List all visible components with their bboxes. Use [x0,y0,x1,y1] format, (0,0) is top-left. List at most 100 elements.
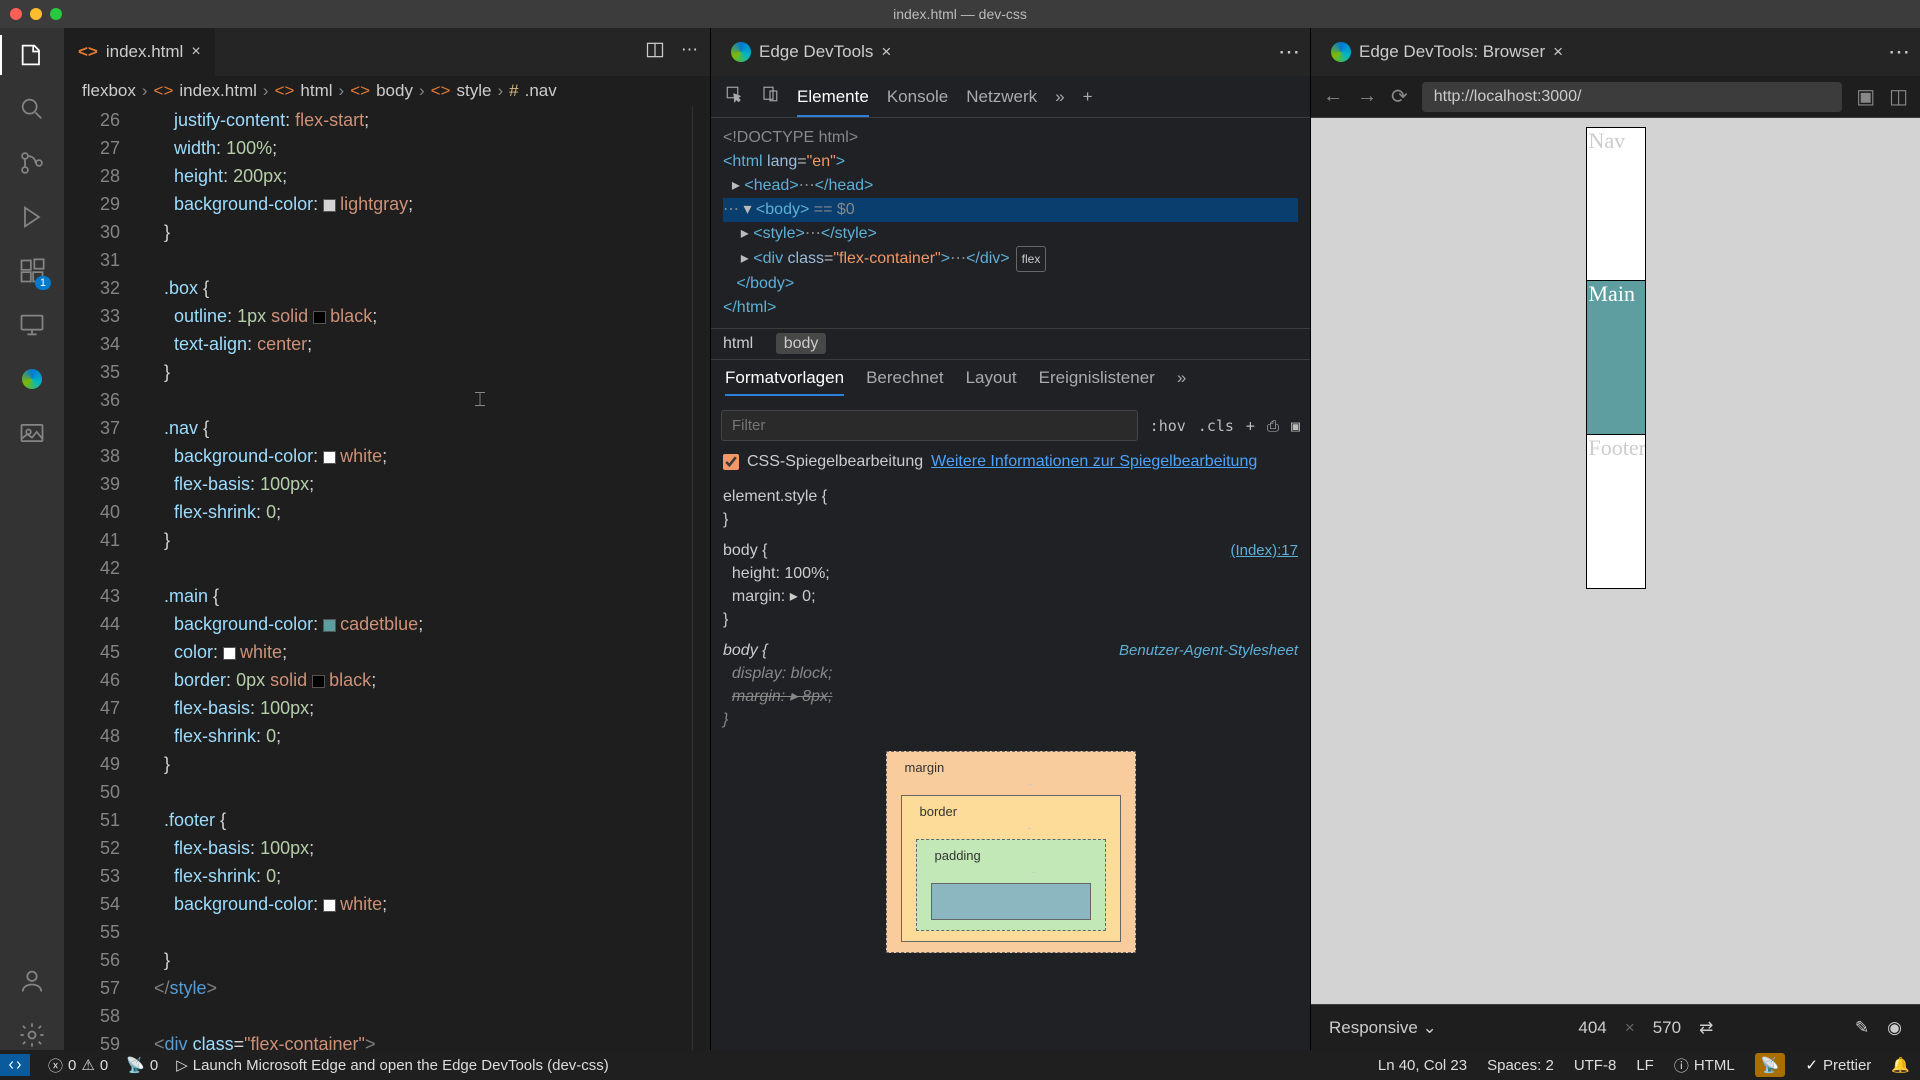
zoom-icon[interactable]: ✎ [1855,1018,1869,1038]
tab-listeners[interactable]: Ereignislistener [1039,368,1155,396]
more-actions-icon[interactable]: ⋯ [1278,39,1300,65]
status-encoding[interactable]: UTF-8 [1574,1057,1617,1074]
screenshot-icon[interactable]: ▣ [1856,84,1875,109]
tab-console[interactable]: Konsole [887,87,948,107]
devtools-pane: Edge DevTools × ⋯ Elemente Konsole Netzw… [710,28,1310,1050]
reload-icon[interactable]: ⟳ [1391,84,1408,109]
dom-breadcrumb[interactable]: html body [711,328,1310,359]
hov-toggle[interactable]: :hov [1150,417,1186,435]
browser-pane: Edge DevTools: Browser × ⋯ ← → ⟳ http://… [1310,28,1920,1050]
breadcrumb[interactable]: flexbox› <>index.html› <>html› <>body› <… [64,76,710,106]
print-icon[interactable]: ⎙ [1267,417,1279,435]
search-icon[interactable] [17,94,47,124]
browser-viewport[interactable]: Nav Main Footer [1311,118,1920,1004]
device-height[interactable]: 570 [1653,1018,1681,1038]
breadcrumb-item[interactable]: flexbox [82,81,136,101]
settings-gear-icon[interactable] [17,1020,47,1050]
tab-computed[interactable]: Berechnet [866,368,944,396]
devtools-tab[interactable]: Edge DevTools × [721,28,901,76]
html-file-icon: <> [78,42,98,62]
forward-icon[interactable]: → [1357,85,1377,108]
dom-node[interactable]: <!DOCTYPE html> [723,129,858,146]
status-eol[interactable]: LF [1636,1057,1654,1074]
back-icon[interactable]: ← [1323,85,1343,108]
close-window-icon[interactable] [10,8,22,20]
close-tab-icon[interactable]: × [881,42,891,62]
breadcrumb-item[interactable]: style [456,81,491,101]
tag-icon: <> [350,81,370,101]
device-mode[interactable]: Responsive ⌄ [1329,1018,1437,1038]
tab-styles[interactable]: Formatvorlagen [725,368,844,396]
extensions-icon[interactable]: 1 [17,256,47,286]
mirror-link[interactable]: Weitere Informationen zur Spiegelbearbei… [931,453,1257,471]
url-bar[interactable]: http://localhost:3000/ [1422,82,1842,112]
status-bell-icon[interactable]: 🔔 [1891,1056,1910,1074]
styles-rules[interactable]: element.style {} (Index):17 body { heigh… [711,477,1310,1050]
crumb-item[interactable]: html [723,335,753,352]
breadcrumb-item[interactable]: html [300,81,332,101]
css-declaration[interactable]: height: 100%; [732,565,830,582]
source-control-icon[interactable] [17,148,47,178]
status-bar: ⓧ 0 ⚠ 0 📡 0 ▷ Launch Microsoft Edge and … [0,1050,1920,1080]
explorer-icon[interactable] [17,40,47,70]
rule-selector[interactable]: element.style { [723,488,827,505]
status-spaces[interactable]: Spaces: 2 [1487,1057,1554,1074]
breadcrumb-item[interactable]: .nav [525,81,557,101]
status-ports[interactable]: 📡 0 [126,1056,158,1074]
box-content [931,883,1091,920]
tab-elements[interactable]: Elemente [797,87,869,117]
device-toggle-icon[interactable] [761,85,779,108]
css-declaration[interactable]: margin: ▸ 0; [732,588,816,605]
more-actions-icon[interactable]: ⋯ [1888,39,1910,65]
traffic-lights[interactable] [10,8,62,20]
account-icon[interactable] [17,966,47,996]
more-actions-icon[interactable]: ⋯ [681,40,698,65]
close-tab-icon[interactable]: × [191,43,200,61]
chevron-right-icon[interactable]: » [1177,368,1186,396]
remote-explorer-icon[interactable] [17,310,47,340]
cls-toggle[interactable]: .cls [1198,417,1234,435]
minimap[interactable] [692,106,710,1050]
box-model[interactable]: margin- border- padding- [886,751,1136,953]
status-prettier[interactable]: ✓ Prettier [1805,1056,1871,1074]
mirror-checkbox[interactable] [723,454,739,470]
tab-index-html[interactable]: <> index.html × [64,28,216,76]
status-launch[interactable]: ▷ Launch Microsoft Edge and open the Edg… [176,1056,609,1074]
minimize-window-icon[interactable] [30,8,42,20]
rotate-icon[interactable]: ⇄ [1699,1018,1713,1038]
flex-badge[interactable]: flex [1016,246,1047,272]
close-tab-icon[interactable]: × [1553,42,1563,62]
media-icon[interactable] [17,418,47,448]
split-editor-icon[interactable] [645,40,665,65]
filter-input[interactable] [721,410,1138,441]
status-go-live[interactable]: 📡 [1755,1053,1786,1077]
edge-icon [1331,42,1351,62]
code-editor[interactable]: 2627282930313233343536373839404142434445… [64,106,710,1050]
breadcrumb-item[interactable]: body [376,81,413,101]
tab-layout[interactable]: Layout [966,368,1017,396]
status-lang[interactable]: ⓘ HTML [1674,1055,1735,1076]
breadcrumb-item[interactable]: index.html [179,81,256,101]
remote-indicator[interactable] [0,1054,30,1076]
tab-network[interactable]: Netzwerk [966,87,1037,107]
browser-tab[interactable]: Edge DevTools: Browser × [1321,28,1573,76]
add-tab-icon[interactable]: + [1083,87,1093,107]
options-icon[interactable]: ◉ [1887,1018,1902,1038]
device-width[interactable]: 404 [1578,1018,1606,1038]
maximize-window-icon[interactable] [50,8,62,20]
status-errors[interactable]: ⓧ 0 ⚠ 0 [48,1055,108,1076]
css-declaration: display: block; [732,665,833,682]
rule-source-link[interactable]: (Index):17 [1230,539,1298,562]
status-cursor[interactable]: Ln 40, Col 23 [1378,1057,1467,1074]
dom-tree[interactable]: <!DOCTYPE html> <html lang="en"> ▸ <head… [711,118,1310,328]
rule-selector[interactable]: body { [723,542,767,559]
panel-icon[interactable]: ▣ [1291,417,1300,435]
chevron-right-icon[interactable]: » [1055,87,1064,107]
run-debug-icon[interactable] [17,202,47,232]
new-rule-icon[interactable]: + [1246,417,1255,435]
mirror-label: CSS-Spiegelbearbeitung [747,453,923,471]
inspect-icon[interactable] [725,85,743,108]
edge-tools-icon[interactable] [17,364,47,394]
inspect-icon[interactable]: ◫ [1889,84,1908,109]
crumb-item[interactable]: body [776,333,827,354]
